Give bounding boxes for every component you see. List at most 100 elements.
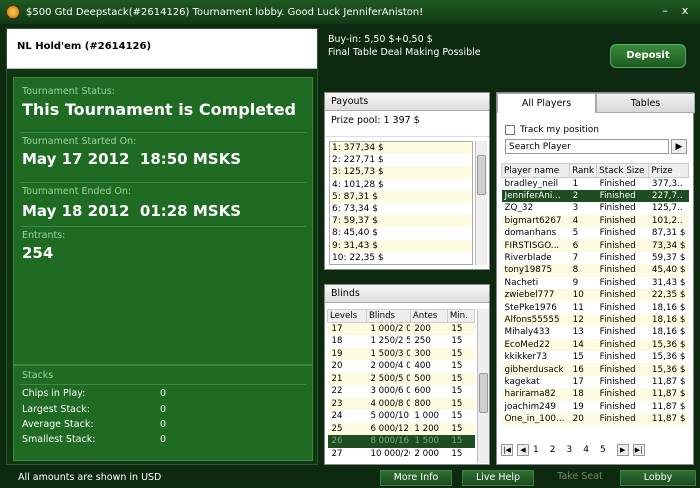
table-row[interactable]: bradley_neil 1 Finished 377,3.. bbox=[502, 178, 689, 190]
payouts-scrollbar[interactable] bbox=[475, 141, 487, 265]
search-player-input[interactable]: Search Player bbox=[505, 139, 669, 154]
cell: 15 bbox=[451, 361, 463, 372]
table-row-current-level: 268 000/16 0001 50015 bbox=[327, 435, 475, 448]
table-row[interactable]: zwiebel777 10 Finished 22,35 $ bbox=[501, 289, 689, 302]
cell: One_in_100... bbox=[501, 412, 570, 426]
track-position[interactable]: Track my position bbox=[505, 125, 599, 135]
cell: 15,36 $ bbox=[651, 352, 686, 363]
table-row[interactable]: EcoMed22 14 Finished 15,36 $ bbox=[501, 338, 689, 351]
cell: zwiebel777 bbox=[501, 289, 570, 302]
table-row[interactable]: Mihaly433 13 Finished 18,16 $ bbox=[502, 326, 689, 338]
table-row[interactable]: One_in_100... 20 Finished 11,87 $ bbox=[501, 412, 689, 426]
table-row[interactable]: domanhans 5 Finished 87,31 $ bbox=[502, 227, 689, 239]
table-row[interactable]: bigmart6267 4 Finished 101,2.. bbox=[501, 214, 689, 228]
table-row[interactable]: kkikker73 15 Finished 15,36 $ bbox=[502, 351, 689, 363]
table-row[interactable]: joachim249 19 Finished 11,87 $ bbox=[502, 401, 689, 413]
table-row[interactable]: Alfons55555 12 Finished 18,16 $ bbox=[501, 313, 689, 327]
payout-item: 6: 73,34 $ bbox=[332, 203, 378, 214]
payouts-list[interactable]: 1: 377,34 $ 2: 227,71 $ 3: 125,73 $ 4: 1… bbox=[329, 141, 473, 265]
game-name: NL Hold'em (#2614126) bbox=[7, 29, 317, 69]
track-position-checkbox[interactable] bbox=[505, 125, 515, 135]
blinds-scrollbar[interactable] bbox=[477, 309, 489, 463]
table-row[interactable]: StePke1976 11 Finished 18,16 $ bbox=[502, 301, 689, 313]
tournament-info-panel: NL Hold'em (#2614126) Tournament Status:… bbox=[6, 28, 318, 465]
payout-item: 2: 227,71 $ bbox=[332, 155, 384, 166]
cell: 27 bbox=[331, 448, 343, 459]
page-3[interactable]: 3 bbox=[566, 445, 572, 455]
deposit-button[interactable]: Deposit bbox=[610, 44, 686, 68]
page-1[interactable]: 1 bbox=[533, 445, 539, 455]
col-stack-size[interactable]: Stack Size bbox=[596, 163, 650, 178]
payout-item: 5: 87,31 $ bbox=[330, 190, 472, 203]
cell: Finished bbox=[599, 352, 636, 363]
table-row: 256 000/12 0001 20015 bbox=[327, 422, 475, 435]
cell: 3 000/6 000 bbox=[370, 386, 411, 397]
currency-note: All amounts are shown in USD bbox=[18, 472, 162, 483]
cell: 101,2.. bbox=[648, 214, 689, 228]
cell: 500 bbox=[410, 372, 448, 385]
cell: 1 200 bbox=[410, 422, 448, 435]
live-help-button[interactable]: Live Help bbox=[462, 470, 534, 486]
cell: Finished bbox=[599, 302, 636, 313]
cell: 15 bbox=[447, 322, 475, 335]
scroll-thumb[interactable] bbox=[477, 155, 486, 195]
close-button[interactable]: x bbox=[678, 5, 692, 18]
divider bbox=[20, 226, 306, 227]
more-info-button[interactable]: More Info bbox=[380, 470, 452, 486]
cell: Finished bbox=[596, 189, 649, 203]
col-prize[interactable]: Prize bbox=[648, 163, 689, 178]
tab-tables[interactable]: Tables bbox=[596, 93, 695, 113]
col-antes[interactable]: Antes bbox=[409, 309, 448, 323]
title-bar: $500 Gtd Deepstack(#2614126) Tournament … bbox=[0, 0, 700, 24]
divider bbox=[20, 384, 306, 385]
lobby-button[interactable]: Lobby bbox=[620, 470, 696, 486]
cell: 11,87 $ bbox=[651, 401, 686, 412]
payout-item: 3: 125,73 $ bbox=[330, 166, 472, 179]
table-row[interactable]: gibherdusack 16 Finished 15,36 $ bbox=[501, 363, 689, 376]
next-page-icon[interactable]: ▶ bbox=[616, 444, 629, 456]
cell: 17 bbox=[572, 376, 584, 387]
cell: 10 000/20 000 bbox=[370, 448, 410, 459]
cell: gibherdusack bbox=[501, 363, 570, 376]
col-min[interactable]: Min. bbox=[446, 309, 476, 323]
table-row[interactable]: harirama82 18 Finished 11,87 $ bbox=[501, 388, 689, 401]
table-row[interactable]: FIRSTISGO... 6 Finished 73,34 $ bbox=[501, 239, 689, 252]
table-row-selected[interactable]: JenniferAni... 2 Finished 227,7.. bbox=[501, 189, 689, 203]
cell: 15 bbox=[451, 386, 463, 397]
col-player-name[interactable]: Player name bbox=[500, 163, 571, 178]
cell: Finished bbox=[596, 214, 649, 228]
take-seat-button[interactable]: Take Seat bbox=[544, 470, 616, 486]
scroll-thumb[interactable] bbox=[479, 373, 488, 413]
last-page-icon[interactable]: ▶| bbox=[632, 444, 645, 456]
cell: 11 bbox=[572, 302, 584, 313]
table-row[interactable]: Nacheti 9 Finished 31,43 $ bbox=[502, 277, 689, 289]
table-row[interactable]: kagekat 17 Finished 11,87 $ bbox=[502, 376, 689, 388]
payouts-panel: Payouts Prize pool: 1 397 $ 1: 377,34 $ … bbox=[324, 92, 490, 270]
table-row[interactable]: ZQ_32 3 Finished 125,7.. bbox=[502, 202, 689, 214]
cell: 20 bbox=[331, 361, 343, 372]
tab-all-players[interactable]: All Players bbox=[497, 93, 596, 113]
page-2[interactable]: 2 bbox=[550, 445, 556, 455]
cell: 14 bbox=[569, 338, 597, 351]
cell: Finished bbox=[596, 338, 649, 351]
entrants-value: 254 bbox=[22, 244, 54, 262]
payouts-header: Payouts bbox=[325, 93, 489, 111]
minimize-button[interactable]: – bbox=[658, 5, 672, 18]
cell: 15 bbox=[451, 336, 463, 347]
cell: 1 500 bbox=[410, 435, 448, 448]
search-button[interactable]: ▶ bbox=[671, 139, 687, 154]
page-5[interactable]: 5 bbox=[600, 445, 606, 455]
col-rank[interactable]: Rank bbox=[569, 163, 598, 178]
cell: 1 500/3 000 bbox=[366, 347, 411, 360]
col-blinds[interactable]: Blinds bbox=[365, 309, 411, 323]
col-levels[interactable]: Levels bbox=[327, 309, 367, 323]
first-page-icon[interactable]: |◀ bbox=[501, 444, 513, 456]
table-row[interactable]: Riverblade 7 Finished 59,37 $ bbox=[502, 252, 689, 264]
cell: Finished bbox=[599, 203, 636, 214]
largest-stack-label: Largest Stack: bbox=[22, 404, 90, 415]
cell: Riverblade bbox=[504, 253, 552, 264]
page-4[interactable]: 4 bbox=[583, 445, 589, 455]
cell: 87,31 $ bbox=[651, 228, 686, 239]
table-row[interactable]: tony19875 8 Finished 45,40 $ bbox=[501, 264, 689, 277]
prev-page-icon[interactable]: ◀ bbox=[517, 444, 529, 456]
